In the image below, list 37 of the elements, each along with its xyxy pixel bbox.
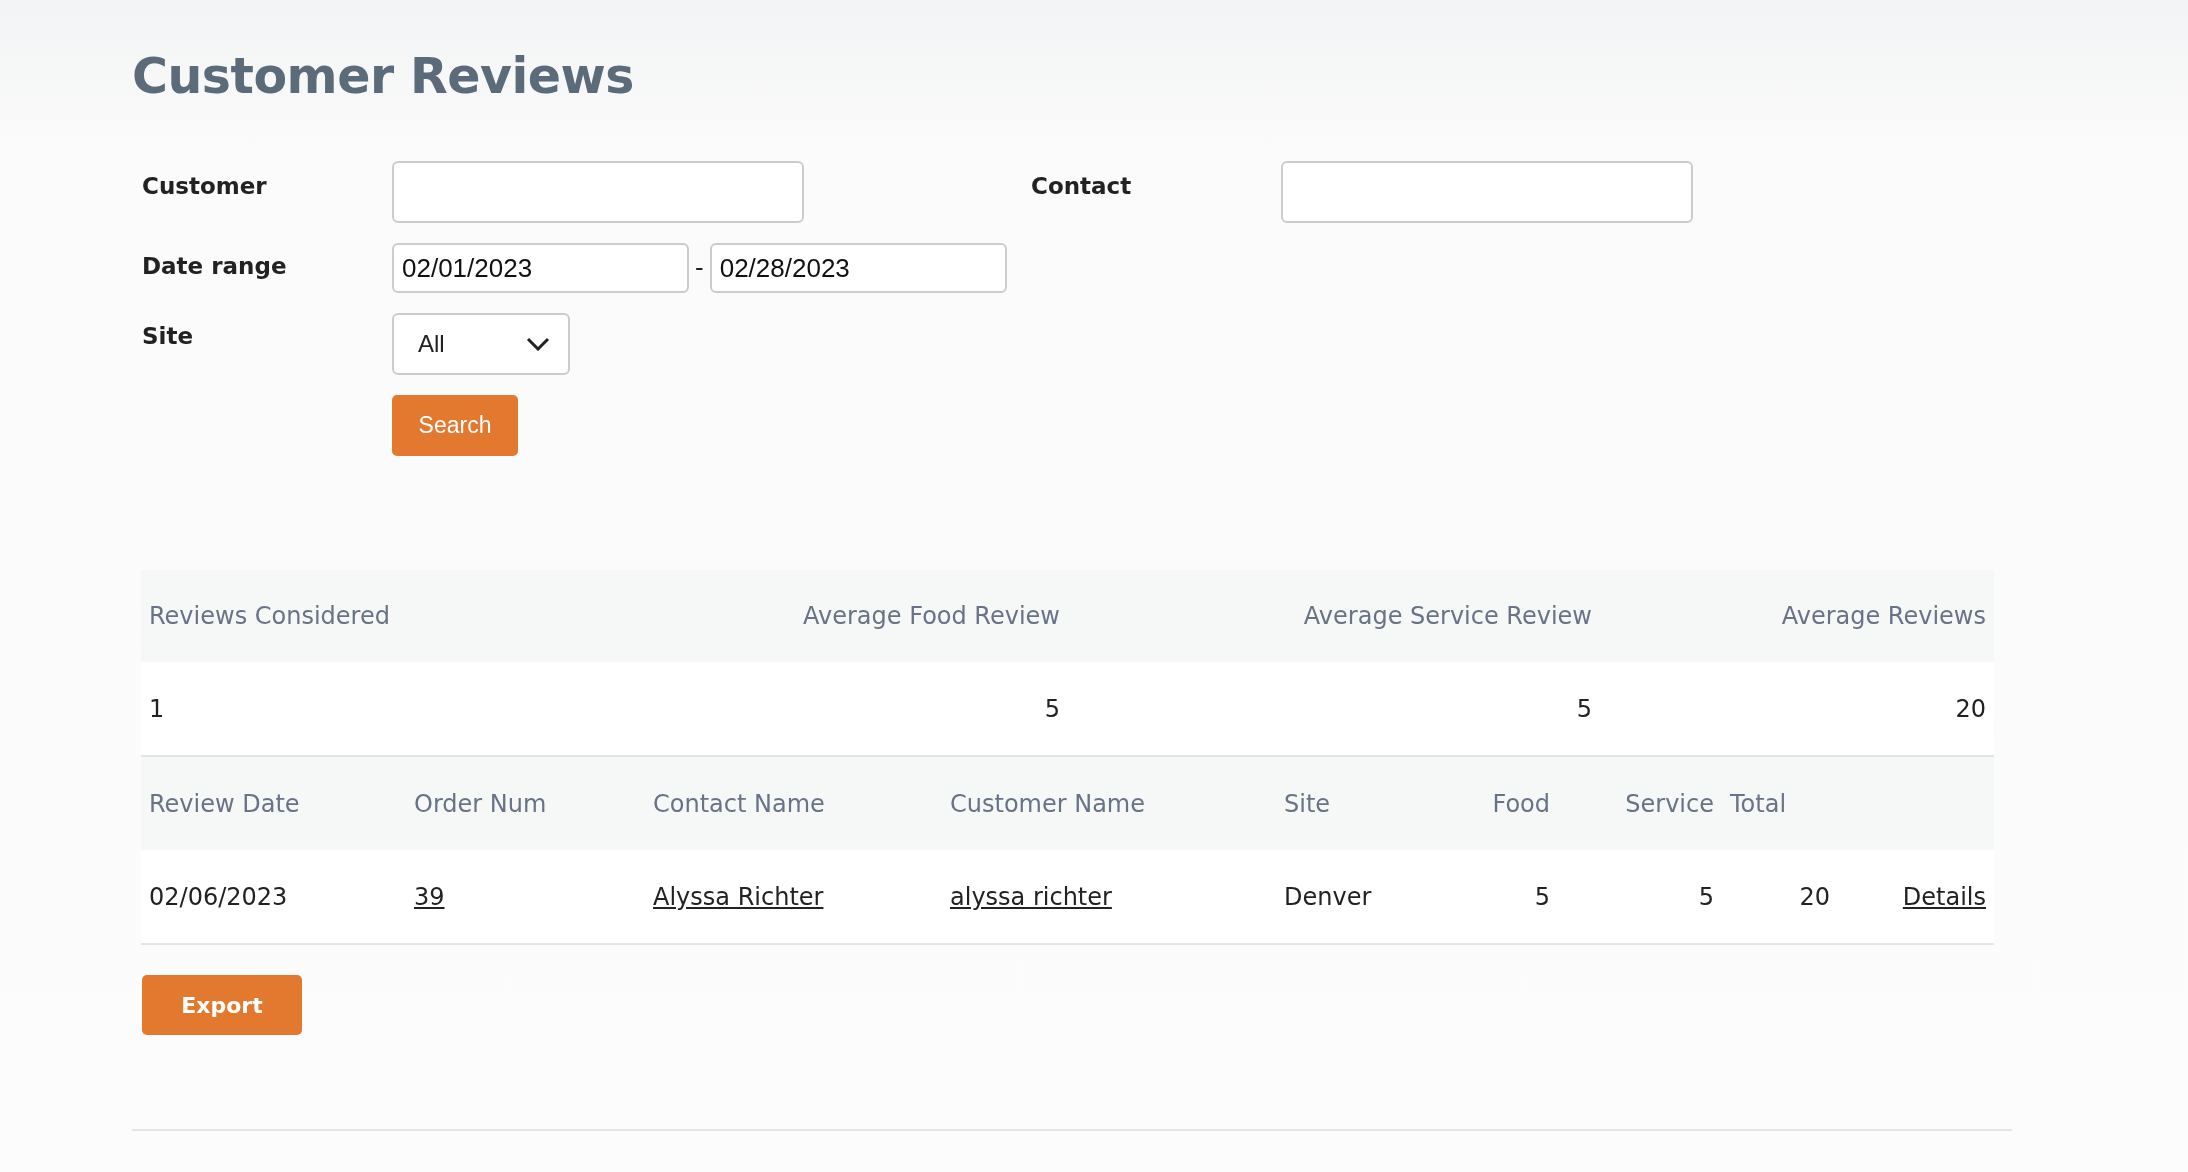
column-header: Total [1722, 757, 1838, 850]
page-title: Customer Reviews [132, 48, 635, 105]
contact-input-field[interactable] [1281, 161, 1693, 223]
summary-header-cell: Average Food Review [681, 570, 1068, 662]
site-dropdown[interactable]: All [392, 313, 570, 375]
summary-header-cell: Average Service Review [1068, 570, 1600, 662]
summary-header-cell: Reviews Considered [141, 570, 681, 662]
chevron-down-icon [526, 337, 550, 351]
table-link[interactable]: 39 [414, 882, 445, 911]
date-separator: - [695, 254, 704, 282]
summary-value-cell: 5 [681, 662, 1068, 756]
summary-value-cell: 1 [141, 662, 681, 756]
table-cell: 20 [1722, 850, 1838, 944]
column-header: Service [1558, 757, 1722, 850]
site-label: Site [142, 322, 195, 349]
column-header: Order Num [406, 757, 645, 850]
date-range-label: Date range [142, 252, 288, 279]
column-header: Customer Name [942, 757, 1276, 850]
table-link[interactable]: Alyssa Richter [653, 882, 824, 911]
table-cell: 5 [1558, 850, 1722, 944]
end-date-field[interactable]: 02/28/2023 [709, 243, 1007, 293]
customer-label: Customer [142, 172, 268, 199]
column-header: Site [1276, 757, 1458, 850]
customer-input-field[interactable] [392, 161, 804, 223]
table-link[interactable]: Details [1902, 882, 1986, 911]
column-header: Food [1458, 757, 1558, 850]
table-cell: Denver [1276, 850, 1458, 944]
start-date-field[interactable]: 02/01/2023 [392, 243, 689, 293]
summary-header-cell: Average Reviews [1600, 570, 1994, 662]
summary-value-cell: 5 [1068, 662, 1600, 756]
table-cell: 5 [1458, 850, 1558, 944]
contact-label: Contact [1031, 172, 1133, 199]
table-link[interactable]: alyssa richter [950, 882, 1112, 911]
table-cell: 02/06/2023 [141, 850, 406, 944]
summary-value-cell: 20 [1600, 662, 1994, 756]
column-header: Contact Name [645, 757, 942, 850]
column-header: Review Date [141, 757, 406, 850]
